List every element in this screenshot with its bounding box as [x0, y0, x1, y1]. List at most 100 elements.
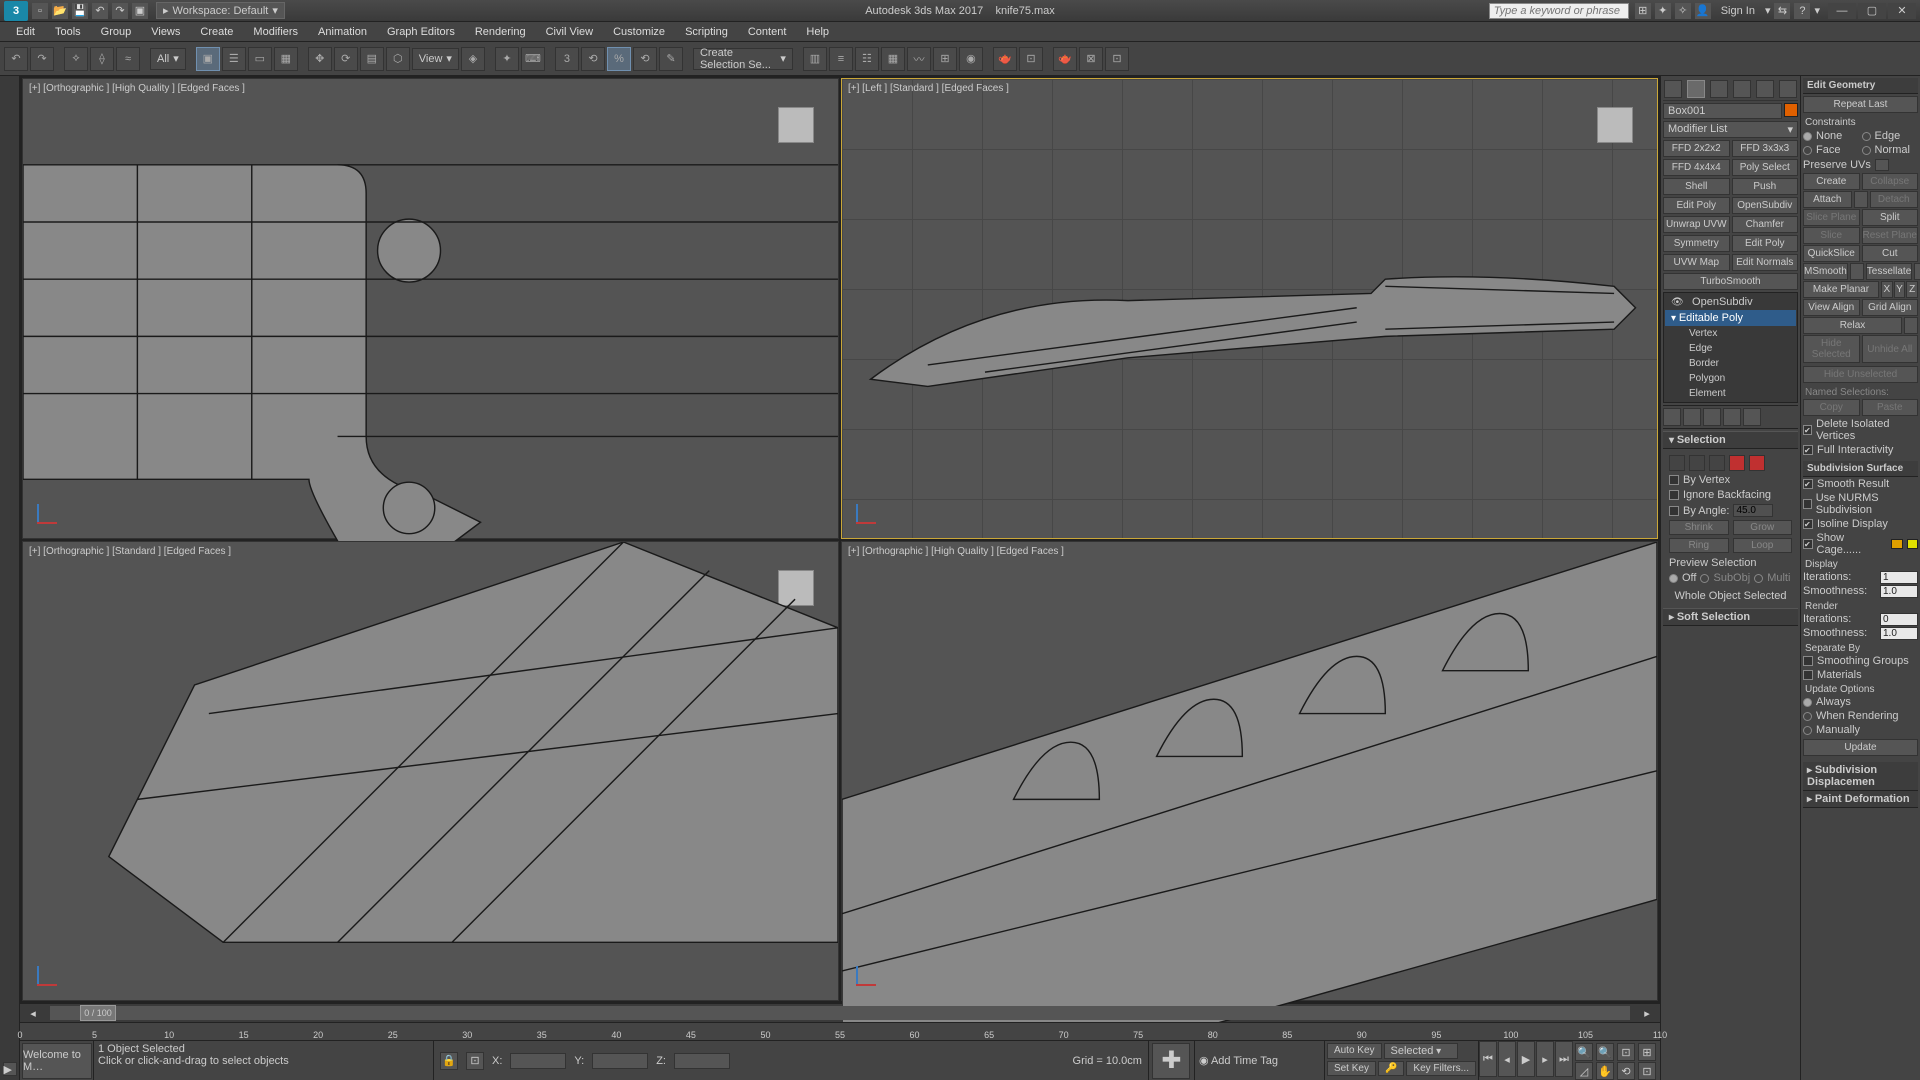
- exchange-icon[interactable]: ✧: [1675, 3, 1691, 19]
- pan-icon[interactable]: ✋: [1596, 1062, 1614, 1080]
- link-button[interactable]: ⟡: [64, 47, 88, 71]
- constraint-edge-radio[interactable]: [1862, 132, 1871, 141]
- planar-z-button[interactable]: Z: [1906, 281, 1918, 298]
- zoom-icon[interactable]: 🔍: [1575, 1043, 1593, 1061]
- shell-button[interactable]: Shell: [1663, 178, 1730, 195]
- selection-rollout[interactable]: ▾ Selection: [1663, 431, 1798, 449]
- fov-icon[interactable]: ◿: [1575, 1062, 1593, 1080]
- maxscript-button[interactable]: ▶: [3, 1062, 17, 1076]
- orbit-icon[interactable]: ⟲: [1617, 1062, 1635, 1080]
- key-icon-button[interactable]: 🔑: [1378, 1061, 1404, 1076]
- symmetry-button[interactable]: Symmetry: [1663, 235, 1730, 252]
- play-icon[interactable]: ▶: [1517, 1041, 1535, 1077]
- cage-swatch-a[interactable]: [1891, 539, 1902, 549]
- x-field[interactable]: [510, 1053, 566, 1069]
- render-prod-button[interactable]: 🫖: [1053, 47, 1077, 71]
- update-rendering-radio[interactable]: [1803, 712, 1812, 721]
- open-icon[interactable]: 📂: [52, 3, 68, 19]
- tessellate-settings[interactable]: [1914, 263, 1920, 280]
- copy-selection-button[interactable]: Copy: [1803, 399, 1860, 416]
- refcoord-dropdown[interactable]: View▾: [412, 48, 459, 70]
- render-setup-button[interactable]: 🫖: [993, 47, 1017, 71]
- zoom-extents-all-icon[interactable]: ⊞: [1638, 1043, 1656, 1061]
- render-frame-button[interactable]: ⊡: [1019, 47, 1043, 71]
- smooth-result-check[interactable]: [1803, 479, 1813, 489]
- app-icon[interactable]: 3: [4, 1, 28, 21]
- border-subobj-icon[interactable]: [1709, 455, 1725, 471]
- window-crossing-button[interactable]: ▦: [274, 47, 298, 71]
- percent-snap-button[interactable]: %: [607, 47, 631, 71]
- menu-rendering[interactable]: Rendering: [465, 24, 536, 40]
- unwrap-button[interactable]: Unwrap UVW: [1663, 216, 1730, 233]
- z-field[interactable]: [674, 1053, 730, 1069]
- relax-button[interactable]: Relax: [1803, 317, 1902, 334]
- render-iterations-input[interactable]: [1880, 613, 1918, 626]
- undo-button[interactable]: ↶: [4, 47, 28, 71]
- activeshade-button[interactable]: ⊡: [1105, 47, 1129, 71]
- stack-opensubdiv[interactable]: 👁 OpenSubdiv: [1665, 294, 1796, 310]
- redo-button[interactable]: ↷: [30, 47, 54, 71]
- help-icon[interactable]: ?: [1794, 3, 1810, 19]
- add-time-tag-button[interactable]: Add Time Tag: [1211, 1055, 1278, 1067]
- relax-settings[interactable]: [1904, 317, 1918, 334]
- preview-multi-radio[interactable]: [1754, 574, 1763, 583]
- opensubdiv-button[interactable]: OpenSubdiv: [1732, 197, 1799, 214]
- slice-plane-button[interactable]: Slice Plane: [1803, 209, 1860, 226]
- hide-unselected-button[interactable]: Hide Unselected: [1803, 366, 1918, 383]
- unhide-all-button[interactable]: Unhide All: [1862, 335, 1919, 363]
- turbosmooth-button[interactable]: TurboSmooth: [1663, 273, 1798, 290]
- by-angle-check[interactable]: [1669, 506, 1679, 516]
- create-button[interactable]: Create: [1803, 173, 1860, 190]
- make-unique-icon[interactable]: [1703, 408, 1721, 426]
- angle-snap-button[interactable]: ⟲: [581, 47, 605, 71]
- detach-button[interactable]: Detach: [1870, 191, 1919, 208]
- pivot-button[interactable]: ◈: [461, 47, 485, 71]
- sep-smoothing-check[interactable]: [1803, 656, 1813, 666]
- preview-off-radio[interactable]: [1669, 574, 1678, 583]
- zoom-all-icon[interactable]: 🔍: [1596, 1043, 1614, 1061]
- split-button[interactable]: Split: [1862, 209, 1919, 226]
- bind-button[interactable]: ≈: [116, 47, 140, 71]
- stack-border[interactable]: Border: [1665, 356, 1796, 371]
- viewport-left[interactable]: [+] [Left ] [Standard ] [Edged Faces ]: [841, 78, 1658, 539]
- msmooth-settings[interactable]: [1850, 263, 1864, 280]
- placement-button[interactable]: ⬡: [386, 47, 410, 71]
- project-icon[interactable]: ▣: [132, 3, 148, 19]
- menu-group[interactable]: Group: [91, 24, 142, 40]
- time-slider[interactable]: 0 / 100: [50, 1006, 1630, 1020]
- update-button[interactable]: Update: [1803, 739, 1918, 756]
- slice-button[interactable]: Slice: [1803, 227, 1860, 244]
- spinner-snap-button[interactable]: ⟲: [633, 47, 657, 71]
- cut-button[interactable]: Cut: [1862, 245, 1919, 262]
- menu-grapheditors[interactable]: Graph Editors: [377, 24, 465, 40]
- next-frame-icon[interactable]: ▸: [1536, 1041, 1554, 1077]
- search-input[interactable]: [1489, 3, 1629, 19]
- modifier-stack[interactable]: 👁 OpenSubdiv ▾ Editable Poly Vertex Edge…: [1663, 292, 1798, 403]
- lock-icon[interactable]: 🔒: [440, 1052, 458, 1070]
- collapse-button[interactable]: Collapse: [1862, 173, 1919, 190]
- named-selection-dropdown[interactable]: Create Selection Se...▾: [693, 48, 793, 70]
- hierarchy-tab-icon[interactable]: [1710, 80, 1728, 98]
- remove-modifier-icon[interactable]: [1723, 408, 1741, 426]
- star-icon[interactable]: ✦: [1655, 3, 1671, 19]
- menu-views[interactable]: Views: [141, 24, 190, 40]
- editpoly2-button[interactable]: Edit Poly: [1732, 235, 1799, 252]
- element-subobj-icon[interactable]: [1749, 455, 1765, 471]
- update-always-radio[interactable]: [1803, 698, 1812, 707]
- motion-tab-icon[interactable]: [1733, 80, 1751, 98]
- soft-selection-rollout[interactable]: ▸ Soft Selection: [1663, 608, 1798, 626]
- align-button[interactable]: ≡: [829, 47, 853, 71]
- viewport-orthographic-bl[interactable]: [+] [Orthographic ] [Standard ] [Edged F…: [22, 541, 839, 1002]
- minimize-icon[interactable]: —: [1828, 3, 1856, 19]
- cage-swatch-b[interactable]: [1907, 539, 1918, 549]
- planar-y-button[interactable]: Y: [1894, 281, 1906, 298]
- time-slider-thumb[interactable]: 0 / 100: [80, 1005, 116, 1021]
- paint-deformation-rollout[interactable]: ▸ Paint Deformation: [1803, 791, 1918, 808]
- menu-scripting[interactable]: Scripting: [675, 24, 738, 40]
- menu-help[interactable]: Help: [796, 24, 839, 40]
- subd-surface-rollout[interactable]: Subdivision Surface: [1803, 461, 1918, 477]
- reset-plane-button[interactable]: Reset Plane: [1862, 227, 1919, 244]
- object-name-input[interactable]: Box001: [1663, 103, 1782, 119]
- make-planar-button[interactable]: Make Planar: [1803, 281, 1879, 298]
- infocenter-icon[interactable]: ⊞: [1635, 3, 1651, 19]
